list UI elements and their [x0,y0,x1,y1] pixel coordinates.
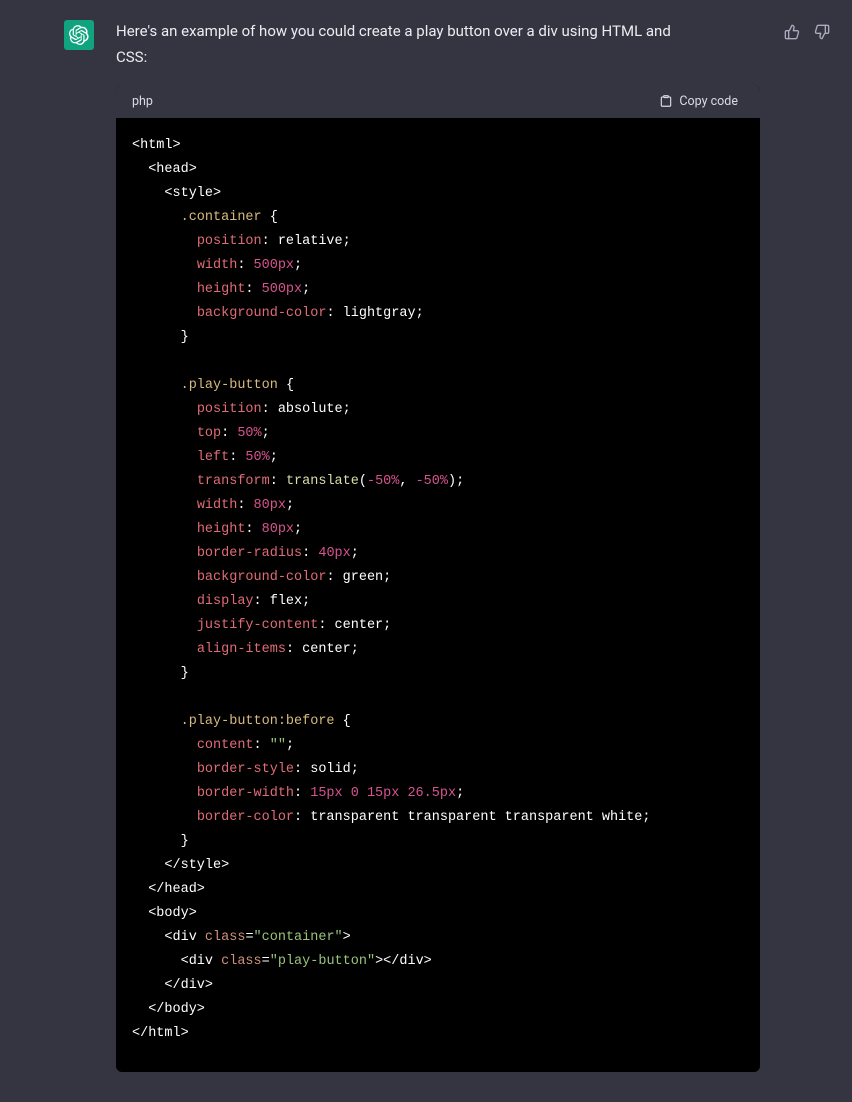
thumbs-down-button[interactable] [812,22,832,42]
code-content[interactable]: <html> <head> <style> .container { posit… [116,118,760,1073]
copy-code-button[interactable]: Copy code [653,93,744,110]
response-text: Here's an example of how you could creat… [116,18,760,71]
copy-code-label: Copy code [679,94,738,109]
code-block: php Copy code <html> <head> <style> .con… [116,85,760,1073]
thumbs-down-icon [814,24,830,40]
clipboard-icon [659,94,673,108]
openai-logo-icon [69,25,89,45]
code-header: php Copy code [116,85,760,118]
thumbs-up-button[interactable] [782,22,802,42]
thumbs-up-icon [784,24,800,40]
code-language-label: php [132,94,153,109]
assistant-avatar [64,20,94,50]
